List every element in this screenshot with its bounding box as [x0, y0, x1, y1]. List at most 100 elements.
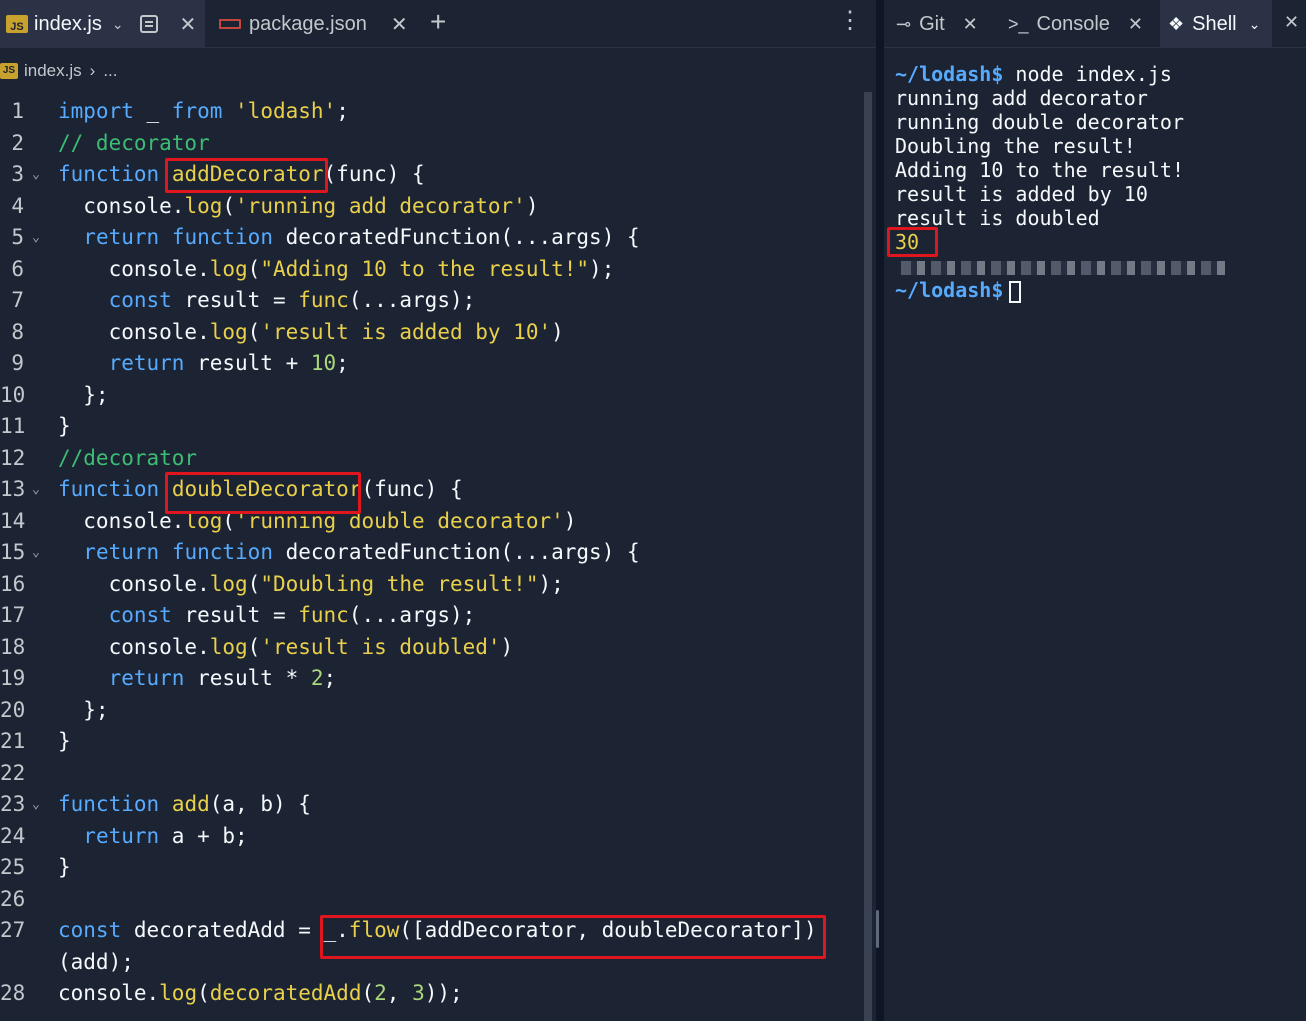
breadcrumb-rest[interactable]: ... — [103, 61, 117, 81]
terminal-prompt-line: ~/lodash$ — [895, 278, 1231, 303]
chevron-down-icon[interactable]: ⌄ — [112, 16, 124, 33]
terminal-output-line: result is added by 10 — [895, 182, 1148, 206]
fold-chevron-icon[interactable]: ⌄ — [32, 474, 40, 506]
code-line[interactable]: 5 ⌄ return function decoratedFunction(...… — [0, 222, 864, 254]
code-line[interactable]: 25} — [0, 852, 864, 884]
code-line[interactable]: 18 console.log('result is doubled') — [0, 632, 864, 664]
code-line[interactable]: 8 console.log('result is added by 10') — [0, 317, 864, 349]
code-token: decoratedFunction(...args) { — [272, 225, 640, 249]
code-line[interactable]: 4 console.log('running add decorator') — [0, 191, 864, 223]
tab-label: index.js — [34, 12, 102, 35]
pane-divider[interactable] — [876, 0, 884, 1021]
fold-chevron-icon[interactable]: ⌄ — [32, 537, 40, 569]
code-line[interactable]: 2 // decorator — [0, 128, 864, 160]
code-line[interactable]: 14 console.log('running double decorator… — [0, 506, 864, 538]
line-number: 2 — [11, 130, 24, 155]
close-icon[interactable]: ✕ — [1284, 12, 1299, 33]
json-file-icon — [219, 19, 241, 29]
code-line[interactable]: 20 }; — [0, 695, 864, 727]
terminal-command: node index.js — [1015, 62, 1172, 86]
terminal-cursor — [1009, 280, 1022, 303]
code-line[interactable]: 22 — [0, 758, 864, 790]
code-token: (func) { — [361, 477, 463, 501]
terminal-command-line: ~/lodash$ node index.js — [895, 62, 1231, 86]
line-number: 5 — [11, 225, 24, 249]
terminal-output-line: Doubling the result! — [895, 134, 1136, 158]
code-token: log — [184, 508, 223, 533]
close-icon[interactable]: ✕ — [963, 14, 978, 35]
tab-index-js[interactable]: JS index.js ⌄ ✕ — [0, 0, 205, 48]
fold-chevron-icon[interactable]: ⌄ — [32, 789, 40, 821]
editor-scrollbar[interactable] — [864, 92, 872, 1021]
code-line[interactable]: 26 — [0, 884, 864, 916]
code-token: return — [108, 666, 185, 690]
code-token: ) — [551, 319, 564, 344]
breadcrumb-file[interactable]: index.js — [24, 61, 82, 81]
code-line[interactable]: 21} — [0, 726, 864, 758]
code-token: return — [83, 540, 160, 564]
terminal-result-line: 30 — [895, 230, 1231, 254]
resize-handle[interactable] — [876, 910, 879, 948]
code-line[interactable]: 6 console.log("Adding 10 to the result!"… — [0, 254, 864, 286]
code-token: ( — [361, 981, 375, 1005]
line-source: (add); — [58, 947, 134, 979]
code-line[interactable]: 19 return result * 2; — [0, 663, 864, 695]
more-options-icon[interactable]: ⋮ — [838, 6, 862, 35]
code-line[interactable]: 11} — [0, 411, 864, 443]
code-line[interactable]: 1 import _ from 'lodash'; — [0, 96, 864, 128]
tab-git[interactable]: ⊸ Git ✕ — [896, 0, 978, 48]
code-line[interactable]: (add); — [0, 947, 864, 979]
code-line[interactable]: 27 const decoratedAdd = _.flow([addDecora… — [0, 915, 864, 947]
code-line[interactable]: 7 const result = func(...args); — [0, 285, 864, 317]
code-token: ); — [538, 571, 564, 596]
code-editor[interactable]: 1 import _ from 'lodash'; 2// decorator 3 ⌄ f… — [0, 96, 864, 1010]
code-token: 10 — [310, 351, 337, 375]
code-line[interactable]: 3 ⌄ function addDecorator(func) { — [0, 159, 864, 191]
tab-shell[interactable]: ❖ Shell ⌄ — [1160, 0, 1272, 48]
add-tab-icon[interactable]: + — [430, 6, 446, 38]
line-source: console.log(decoratedAdd(2, 3)); — [58, 978, 463, 1010]
fold-chevron-icon[interactable]: ⌄ — [32, 222, 40, 254]
code-token: result = — [171, 603, 299, 627]
chevron-down-icon[interactable]: ⌄ — [1249, 16, 1261, 33]
code-token: //decorator — [58, 445, 198, 470]
close-icon[interactable]: ✕ — [180, 12, 197, 37]
code-token: , — [386, 981, 413, 1005]
code-line[interactable]: 9 return result + 10; — [0, 348, 864, 380]
code-line[interactable]: 24 return a + b; — [0, 821, 864, 853]
code-line[interactable]: 13 ⌄ function doubleDecorator(func) { — [0, 474, 864, 506]
code-line[interactable]: 15 ⌄ return function decoratedFunction(..… — [0, 537, 864, 569]
terminal-output-line: Adding 10 to the result! — [895, 158, 1184, 182]
fold-chevron-icon[interactable]: ⌄ — [32, 159, 40, 191]
code-line[interactable]: 28 console.log(decoratedAdd(2, 3)); — [0, 978, 864, 1010]
code-token: log — [159, 981, 198, 1005]
code-line[interactable]: 10 }; — [0, 380, 864, 412]
code-token: doubleDecorator — [171, 477, 362, 501]
line-source: } — [58, 852, 71, 884]
line-number: 12 — [0, 445, 26, 470]
tab-label: Console — [1036, 12, 1110, 35]
close-icon[interactable]: ✕ — [391, 12, 408, 37]
code-token: func — [298, 603, 349, 627]
code-line[interactable]: 23 ⌄ function add(a, b) { — [0, 789, 864, 821]
code-line[interactable]: 12 //decorator — [0, 443, 864, 475]
terminal-output[interactable]: ~/lodash$ node index.js running add deco… — [895, 62, 1231, 303]
code-token: 2 — [310, 666, 324, 690]
split-view-icon[interactable] — [139, 15, 158, 33]
code-line[interactable]: 17 const result = func(...args); — [0, 600, 864, 632]
tab-package-json[interactable]: package.json ✕ — [213, 0, 413, 48]
line-source: const decoratedAdd = _.flow([addDecorato… — [58, 915, 817, 947]
line-number: 1 — [11, 99, 24, 123]
code-token: } — [58, 855, 71, 879]
tab-console[interactable]: >_ Console ✕ — [1008, 0, 1143, 48]
code-token: 'running double decorator' — [235, 508, 564, 533]
code-line[interactable]: 16 console.log("Doubling the result!"); — [0, 569, 864, 601]
close-icon[interactable]: ✕ — [1128, 14, 1143, 35]
line-number: 8 — [11, 319, 24, 344]
line-number: 19 — [0, 666, 26, 690]
code-token: 'running add decorator' — [235, 193, 526, 218]
line-number: 10 — [0, 382, 26, 407]
